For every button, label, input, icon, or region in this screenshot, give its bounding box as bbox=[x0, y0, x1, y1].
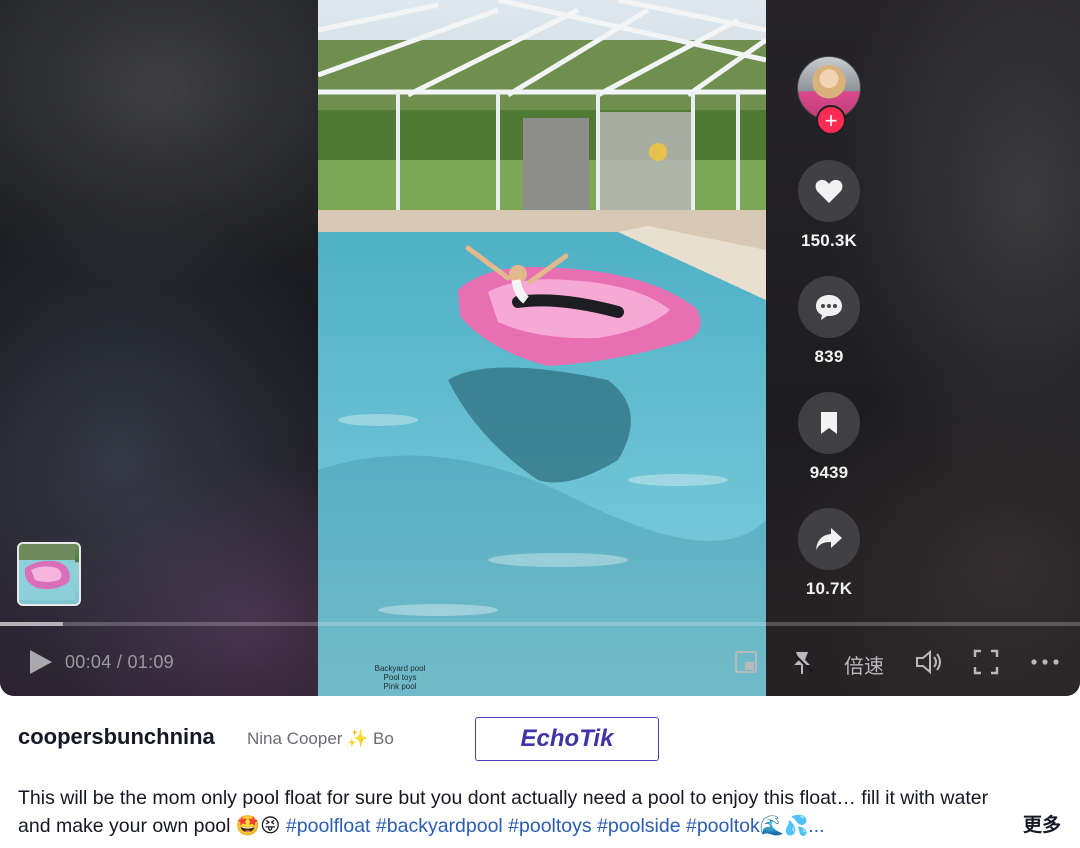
video-thumbnail[interactable] bbox=[17, 542, 81, 606]
share-action[interactable]: 10.7K bbox=[798, 508, 860, 599]
share-count: 10.7K bbox=[805, 579, 853, 598]
author-username[interactable]: coopersbunchnina bbox=[18, 724, 215, 750]
time-display: 00:04 / 01:09 bbox=[65, 652, 174, 672]
expand-description-button[interactable]: 更多 bbox=[1023, 810, 1061, 837]
bookmark-icon bbox=[821, 412, 837, 434]
ellipsis-icon bbox=[1031, 659, 1059, 665]
video-description: This will be the mom only pool float for… bbox=[18, 784, 1018, 840]
progress-bar[interactable] bbox=[0, 622, 1080, 626]
comment-action[interactable]: 839 bbox=[798, 276, 860, 367]
volume-icon bbox=[916, 649, 941, 675]
play-icon bbox=[30, 650, 52, 674]
author-avatar[interactable]: + bbox=[797, 56, 861, 135]
video-info-panel: coopersbunchnina Nina Cooper ✨ Bo EchoTi… bbox=[0, 696, 1080, 848]
thumbnail-image bbox=[19, 544, 75, 600]
play-button[interactable] bbox=[28, 648, 54, 676]
share-button[interactable] bbox=[798, 508, 860, 570]
player-controls: 00:04 / 01:09 倍速 bbox=[0, 636, 1080, 688]
author-nickname: Nina Cooper ✨ Bo bbox=[247, 729, 394, 748]
bookmark-action[interactable]: 9439 bbox=[798, 392, 860, 483]
description-text: This will be the mom only pool float for… bbox=[18, 787, 989, 837]
comment-button[interactable] bbox=[798, 276, 860, 338]
action-sidebar: + 150.3K 839 9439 10.7K bbox=[796, 56, 862, 599]
pin-icon bbox=[791, 651, 813, 674]
heart-icon bbox=[815, 179, 843, 203]
comment-icon bbox=[816, 295, 842, 320]
follow-button[interactable]: + bbox=[816, 105, 846, 135]
pip-button[interactable] bbox=[734, 648, 758, 676]
speed-button[interactable]: 倍速 bbox=[844, 650, 884, 678]
hashtag-link[interactable]: #poolfloat bbox=[286, 815, 371, 837]
volume-button[interactable] bbox=[914, 648, 944, 676]
video-player[interactable]: Backyard pool Pool toys Pink pool + 150.… bbox=[0, 0, 1080, 696]
pool-scene-image bbox=[318, 0, 766, 696]
hashtag-link[interactable]: #pooltoys bbox=[508, 815, 591, 837]
like-button[interactable] bbox=[798, 160, 860, 222]
bookmark-button[interactable] bbox=[798, 392, 860, 454]
hashtag-link[interactable]: #poolside bbox=[597, 815, 680, 837]
like-action[interactable]: 150.3K bbox=[798, 160, 860, 251]
progress-fill bbox=[0, 622, 63, 626]
autoscroll-button[interactable] bbox=[788, 648, 816, 676]
fullscreen-button[interactable] bbox=[973, 648, 999, 676]
comment-count: 839 bbox=[814, 347, 844, 366]
share-icon bbox=[816, 528, 842, 550]
hashtag-link[interactable]: #pooltok🌊💦... bbox=[686, 815, 825, 837]
like-count: 150.3K bbox=[800, 231, 858, 250]
picture-in-picture-icon bbox=[735, 651, 757, 673]
fullscreen-icon bbox=[973, 649, 999, 675]
hashtag-link[interactable]: #backyardpool bbox=[376, 815, 503, 837]
bookmark-count: 9439 bbox=[809, 463, 849, 482]
echotik-watermark: EchoTik bbox=[475, 717, 659, 761]
video-frame[interactable] bbox=[318, 0, 766, 696]
more-options-button[interactable] bbox=[1030, 648, 1060, 676]
